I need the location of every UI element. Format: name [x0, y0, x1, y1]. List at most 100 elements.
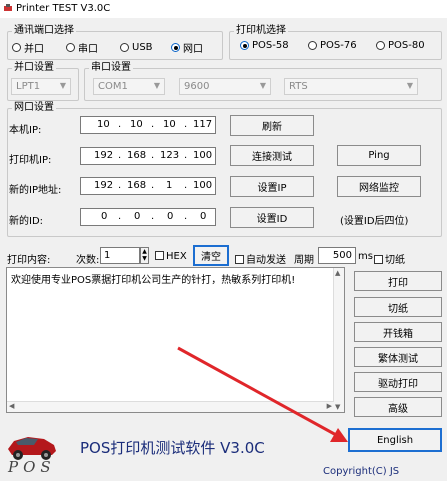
radio-indicator: [308, 41, 317, 50]
driver-print-button[interactable]: 驱动打印: [354, 372, 442, 392]
annotation-arrow-icon: [177, 346, 348, 442]
ip-octet: 168: [127, 180, 147, 191]
hex-checkbox[interactable]: HEX: [155, 251, 187, 262]
set-id-button[interactable]: 设置ID: [230, 207, 314, 228]
period-unit: ms: [358, 251, 373, 262]
lpt-value: LPT1: [16, 81, 41, 92]
clear-button[interactable]: 清空: [193, 245, 229, 266]
ip-octet: 168: [127, 150, 147, 161]
auto-send-label: 自动发送: [246, 255, 286, 266]
radio-indicator-selected: [171, 43, 180, 52]
id-octet: 0: [200, 211, 207, 222]
advanced-button[interactable]: 高级: [354, 397, 442, 417]
radio-parallel[interactable]: 并口: [12, 40, 66, 55]
ip-octet: 117: [193, 119, 213, 130]
radio-indicator: [66, 43, 75, 52]
spin-up-icon[interactable]: ▲: [141, 248, 148, 255]
radio-usb[interactable]: USB: [120, 40, 171, 55]
radio-network[interactable]: 网口: [171, 40, 215, 55]
copyright: Copyright(C) JS: [323, 466, 400, 477]
com-value: COM1: [98, 81, 128, 92]
baud-value: 9600: [184, 81, 210, 92]
set-ip-button[interactable]: 设置IP: [230, 176, 314, 197]
ip-octet: 10: [163, 119, 176, 130]
new-id-field[interactable]: 0 . 0 . 0 . 0: [80, 208, 216, 226]
radio-label: POS-76: [320, 40, 357, 51]
print-text: 欢迎使用专业POS票据打印机公司生产的针打，热敏系列打印机!: [11, 275, 296, 286]
chevron-down-icon: ▼: [259, 81, 266, 90]
ip-octet: 10: [97, 119, 110, 130]
spin-down-icon[interactable]: ▼: [141, 255, 148, 262]
period-input[interactable]: 500: [318, 247, 356, 264]
new-ip-field[interactable]: 192 . 168 . 1 . 100: [80, 177, 216, 195]
parallel-legend: 并口设置: [14, 62, 54, 73]
printer-ip-field[interactable]: 192 . 168 . 123 . 100: [80, 147, 216, 165]
scroll-left-icon[interactable]: ◀: [9, 402, 14, 410]
net-monitor-button[interactable]: 网络监控: [337, 176, 421, 197]
radio-label: POS-58: [252, 40, 289, 51]
cut-paper-button[interactable]: 切纸: [354, 297, 442, 317]
id-octet: 0: [167, 211, 174, 222]
ping-button[interactable]: Ping: [337, 145, 421, 166]
ip-octet: 1: [166, 180, 173, 191]
radio-label: POS-80: [388, 40, 425, 51]
ip-octet: 123: [160, 150, 180, 161]
chevron-down-icon: ▼: [59, 81, 66, 90]
cut-checkbox[interactable]: 切纸: [374, 251, 405, 266]
radio-indicator: [120, 43, 129, 52]
id-hint: (设置ID后四位): [340, 216, 409, 227]
auto-send-checkbox[interactable]: 自动发送: [235, 251, 286, 266]
app-icon: [4, 4, 12, 11]
radio-pos80[interactable]: POS-80: [376, 40, 438, 51]
print-content-label: 打印内容:: [7, 255, 51, 266]
baud-select[interactable]: 9600 ▼: [179, 78, 271, 95]
new-ip-label: 新的IP地址:: [9, 185, 62, 196]
scroll-up-icon[interactable]: ▲: [335, 269, 340, 277]
checkbox-box: [155, 251, 164, 260]
com-select[interactable]: COM1 ▼: [93, 78, 165, 95]
radio-pos76[interactable]: POS-76: [308, 40, 376, 51]
radio-indicator: [12, 43, 21, 52]
printer-select-options: POS-58 POS-76 POS-80: [240, 40, 438, 51]
flow-value: RTS: [289, 81, 308, 92]
radio-label: 串口: [78, 44, 98, 55]
traditional-test-button[interactable]: 繁体测试: [354, 347, 442, 367]
comm-port-legend: 通讯端口选择: [14, 25, 74, 36]
radio-label: 网口: [183, 44, 203, 55]
connect-test-button[interactable]: 连接测试: [230, 145, 314, 166]
ip-octet: 100: [193, 180, 213, 191]
ip-octet: 100: [193, 150, 213, 161]
new-id-label: 新的ID:: [9, 216, 44, 227]
id-octet: 0: [134, 211, 141, 222]
count-input[interactable]: 1: [100, 247, 140, 264]
serial-legend: 串口设置: [91, 62, 131, 73]
radio-indicator: [376, 41, 385, 50]
logo-text: POS: [8, 458, 56, 476]
open-drawer-button[interactable]: 开钱箱: [354, 322, 442, 342]
count-spinner[interactable]: ▲ ▼: [140, 247, 149, 264]
ip-octet: 192: [94, 180, 114, 191]
ip-octet: 10: [130, 119, 143, 130]
chevron-down-icon: ▼: [153, 81, 160, 90]
print-button[interactable]: 打印: [354, 271, 442, 291]
radio-serial[interactable]: 串口: [66, 40, 120, 55]
comm-port-options: 并口 串口 USB 网口: [12, 40, 215, 55]
radio-label: 并口: [24, 44, 44, 55]
id-octet: 0: [101, 211, 108, 222]
flow-select[interactable]: RTS ▼: [284, 78, 418, 95]
cut-label: 切纸: [385, 255, 405, 266]
count-value: 1: [104, 250, 111, 261]
radio-pos58[interactable]: POS-58: [240, 40, 308, 51]
lpt-select[interactable]: LPT1 ▼: [11, 78, 71, 95]
radio-label: USB: [132, 42, 153, 53]
app-name: POS打印机测试软件 V3.0C: [80, 439, 265, 457]
refresh-button[interactable]: 刷新: [230, 115, 314, 136]
english-button[interactable]: English: [348, 428, 442, 452]
hex-label: HEX: [166, 251, 187, 262]
checkbox-box: [374, 255, 383, 264]
local-ip-field[interactable]: 10 . 10 . 10 . 117: [80, 116, 216, 134]
chevron-down-icon: ▼: [406, 81, 413, 90]
window-title: Printer TEST V3.0C: [16, 3, 111, 14]
period-label: 周期: [294, 255, 314, 266]
title-bar: Printer TEST V3.0C: [0, 0, 447, 18]
